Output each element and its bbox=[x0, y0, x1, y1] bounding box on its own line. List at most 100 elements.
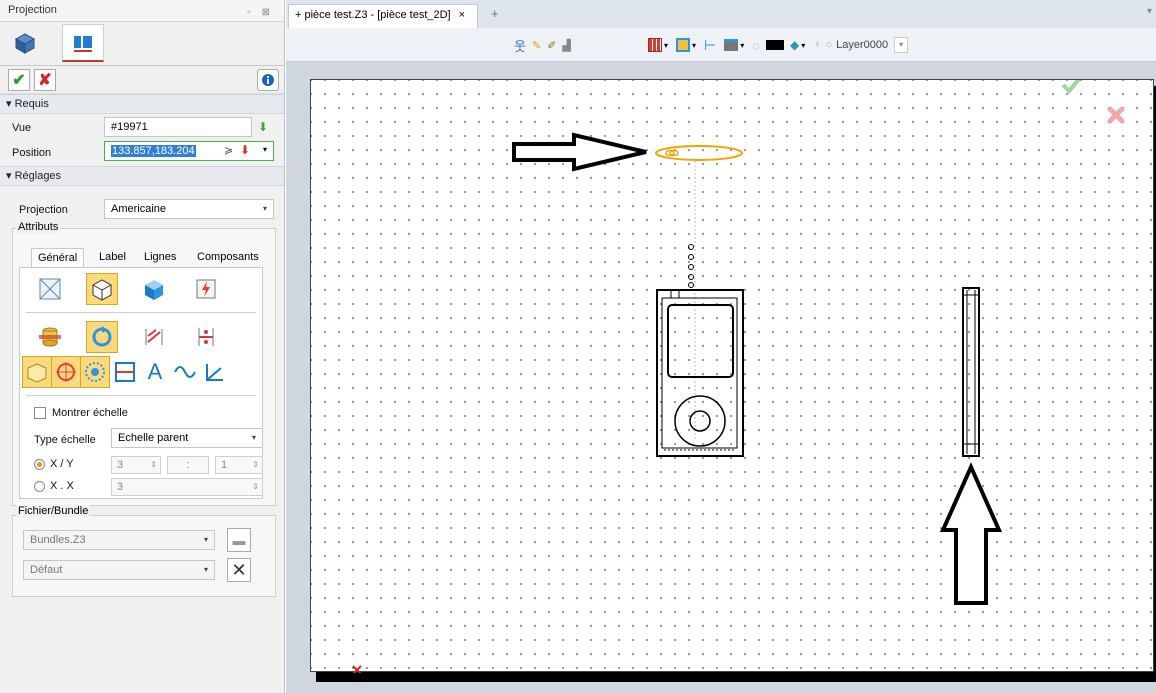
brush-icon[interactable]: ✐ bbox=[547, 39, 556, 52]
tab-view-tree[interactable] bbox=[4, 24, 46, 62]
drawing-sheet[interactable] bbox=[310, 79, 1154, 673]
bolt-circle-icon bbox=[85, 362, 105, 382]
xy-numerator-spinner[interactable]: 3 ⇕ bbox=[111, 456, 161, 474]
thread-button[interactable] bbox=[138, 321, 170, 353]
color-swatch-icon[interactable] bbox=[765, 40, 784, 50]
panel-title: Projection ▫ ⊠ bbox=[0, 0, 284, 22]
info-button[interactable] bbox=[257, 69, 279, 91]
confirm-button[interactable]: ✔ bbox=[8, 69, 30, 91]
bolt-circle-button[interactable] bbox=[80, 356, 110, 388]
defaut-value: Défaut bbox=[30, 564, 63, 576]
chevron-down-icon: ▾ bbox=[262, 204, 267, 213]
section-reglages[interactable]: ▾ Réglages bbox=[0, 166, 284, 186]
layer-stack-icon[interactable]: ◆ bbox=[790, 38, 799, 52]
bundle-select[interactable]: Bundles.Z3 ▾ bbox=[23, 530, 215, 550]
cancel-button[interactable]: ✘ bbox=[34, 69, 56, 91]
hidden-lines-view-button[interactable] bbox=[86, 273, 118, 305]
general-tab-panel: A Montrer échelle Type échelle Echelle p… bbox=[19, 267, 263, 499]
xx-spinner[interactable]: 3 ⇕ bbox=[111, 478, 263, 496]
chevron-double-down-icon[interactable]: ≽ bbox=[224, 144, 233, 157]
curve-button[interactable] bbox=[170, 356, 200, 388]
tab-label-label: Label bbox=[99, 251, 126, 263]
lightbulb-icon[interactable]: ♀ bbox=[813, 39, 821, 51]
action-row: ✔ ✘ bbox=[0, 66, 284, 94]
document-tab-label: + pièce test.Z3 - [pièce test_2D] bbox=[295, 9, 451, 21]
thread-icon bbox=[145, 329, 163, 345]
center-mark-button[interactable] bbox=[51, 356, 81, 388]
linear-dimension-button[interactable] bbox=[110, 356, 140, 388]
tangent-edges-button[interactable] bbox=[86, 321, 118, 353]
linear-dim-icon bbox=[115, 362, 135, 382]
clear-button[interactable]: ✕ bbox=[227, 558, 251, 582]
type-echelle-select[interactable]: Echelle parent ▾ bbox=[111, 428, 263, 448]
close-icon: ✘ bbox=[38, 72, 52, 89]
montrer-echelle-checkbox[interactable] bbox=[34, 407, 46, 419]
tab-lignes-label: Lignes bbox=[144, 251, 177, 263]
check-icon: ✔ bbox=[12, 72, 26, 89]
document-tab[interactable]: + pièce test.Z3 - [pièce test_2D] × bbox=[288, 4, 478, 28]
tab-composants[interactable]: Composants bbox=[191, 248, 265, 268]
bundle-value: Bundles.Z3 bbox=[30, 534, 86, 546]
tab-lignes[interactable]: Lignes bbox=[138, 248, 182, 268]
text-annotation-button[interactable]: A bbox=[140, 356, 170, 388]
snap-icon[interactable] bbox=[676, 38, 691, 52]
stamp-icon[interactable]: ▟ bbox=[562, 39, 570, 52]
top-view-preview[interactable] bbox=[655, 145, 743, 161]
line-style-icon[interactable] bbox=[724, 39, 739, 51]
collapse-arrow-icon: ▾ bbox=[6, 170, 15, 182]
circle-icon[interactable]: ○ bbox=[825, 39, 832, 51]
layer-dropdown-icon[interactable]: ▾ bbox=[894, 37, 909, 53]
defaut-select[interactable]: Défaut ▾ bbox=[23, 560, 215, 580]
document-tab-bar: + pièce test.Z3 - [pièce test_2D] × + ▾ bbox=[286, 0, 1156, 28]
tab-close-icon[interactable]: × bbox=[459, 9, 465, 21]
chevron-down-icon[interactable]: ▾ bbox=[801, 41, 805, 50]
xy-radio[interactable] bbox=[34, 459, 45, 470]
cylinder-icon bbox=[39, 327, 61, 347]
xx-radio[interactable] bbox=[34, 481, 45, 492]
vue-field[interactable]: #19971 bbox=[104, 117, 252, 137]
pick-point-icon[interactable]: ⬇ bbox=[240, 143, 250, 157]
side-view bbox=[962, 287, 980, 457]
box-frame-button[interactable] bbox=[22, 356, 52, 388]
origin-axis-icon bbox=[352, 665, 362, 673]
chevron-down-icon[interactable]: ▾ bbox=[740, 41, 744, 50]
render-view-button[interactable] bbox=[190, 273, 222, 305]
position-dropdown-icon[interactable]: ▾ bbox=[263, 145, 267, 154]
open-folder-button[interactable]: ▬ bbox=[227, 528, 251, 552]
pick-view-icon[interactable]: ⬇ bbox=[258, 120, 268, 134]
wireframe-view-button[interactable] bbox=[34, 273, 66, 305]
sheet-cancel-icon[interactable] bbox=[1107, 106, 1125, 124]
panel-window-controls[interactable]: ▫ ⊠ bbox=[247, 3, 274, 23]
angle-button[interactable] bbox=[200, 356, 230, 388]
tab-projection[interactable] bbox=[62, 24, 104, 62]
position-value: 133.857,183.204 bbox=[111, 145, 196, 157]
dimension-tool-icon[interactable]: ⊢ bbox=[704, 37, 716, 54]
grid-color-icon[interactable] bbox=[648, 38, 662, 52]
section-view-button[interactable] bbox=[34, 321, 66, 353]
section-requis[interactable]: ▾ Requis bbox=[0, 94, 284, 114]
panel-title-text: Projection bbox=[8, 4, 57, 16]
tab-general[interactable]: Général bbox=[31, 248, 85, 268]
xx-value: 3 bbox=[117, 481, 124, 493]
person-icon[interactable]: 웃 bbox=[514, 36, 526, 55]
layer-name[interactable]: Layer0000 bbox=[836, 39, 888, 51]
shaded-view-button[interactable] bbox=[138, 273, 170, 305]
dimensions-button[interactable] bbox=[190, 321, 222, 353]
projection-select[interactable]: Americaine ▾ bbox=[104, 199, 274, 219]
tab-list-icon[interactable]: ▾ bbox=[1147, 6, 1152, 17]
tab-label[interactable]: Label bbox=[93, 248, 132, 268]
xy-denominator-spinner[interactable]: 1 ⇕ bbox=[215, 456, 263, 474]
montrer-echelle-label: Montrer échelle bbox=[52, 407, 128, 419]
chevron-down-icon[interactable]: ▾ bbox=[664, 41, 668, 50]
pencil-icon[interactable]: ✎ bbox=[532, 39, 541, 52]
dashed-circle-icon[interactable]: ◌ bbox=[752, 38, 760, 53]
spinner-arrows-icon: ⇕ bbox=[252, 460, 259, 469]
position-label: Position bbox=[12, 147, 52, 159]
tab-general-label: Général bbox=[38, 252, 78, 264]
toolbar-group-tools: 웃 ✎ ✐ ▟ bbox=[514, 36, 571, 55]
projection-icon bbox=[74, 35, 92, 52]
sheet-confirm-icon[interactable] bbox=[1061, 80, 1081, 94]
chevron-down-icon[interactable]: ▾ bbox=[692, 41, 696, 50]
new-tab-icon[interactable]: + bbox=[491, 6, 499, 21]
shaded-cube-icon bbox=[145, 280, 163, 300]
